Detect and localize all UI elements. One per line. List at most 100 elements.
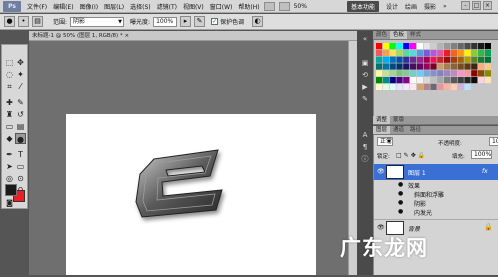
swatch[interactable]	[437, 70, 444, 77]
swatch[interactable]	[403, 56, 410, 63]
swatch[interactable]	[437, 49, 444, 56]
brush-panel-icon[interactable]: ▤	[32, 16, 43, 27]
swatch[interactable]	[396, 83, 403, 90]
menu-image[interactable]: 图像(I)	[80, 2, 98, 11]
range-dropdown[interactable]: 阴影 ▼	[70, 16, 125, 27]
blend-mode-dropdown[interactable]: 正常 ▼	[377, 137, 394, 146]
swatch[interactable]	[430, 63, 437, 70]
swatch[interactable]	[389, 77, 396, 84]
swatch[interactable]	[382, 83, 389, 90]
swatch[interactable]	[423, 70, 430, 77]
swatch[interactable]	[376, 56, 383, 63]
swatch[interactable]	[416, 83, 423, 90]
menu-help[interactable]: 帮助(H)	[238, 2, 259, 11]
swatch[interactable]	[444, 63, 451, 70]
swatch[interactable]	[423, 49, 430, 56]
menu-layer[interactable]: 图层(L)	[104, 2, 124, 11]
swatch[interactable]	[416, 77, 423, 84]
workspace-more[interactable]: »	[443, 3, 447, 10]
document-tab[interactable]: 未标题-1 @ 50% (图层 1, RGB/8) * ×	[29, 31, 357, 41]
swatch[interactable]	[478, 43, 485, 50]
swatch[interactable]	[389, 83, 396, 90]
swatch[interactable]	[403, 70, 410, 77]
layer-row-layer1[interactable]: 👁 图层 1 fx	[374, 164, 498, 180]
swatch[interactable]	[376, 83, 383, 90]
swatch[interactable]	[444, 49, 451, 56]
lock-icons[interactable]: □✎✥🔒	[396, 152, 427, 159]
blur-tool-icon[interactable]: ◆	[4, 133, 15, 144]
tab-color[interactable]: 颜色	[373, 31, 390, 39]
protect-tone-checkbox[interactable]: ✓	[211, 18, 219, 25]
workspace-essentials[interactable]: 基本功能	[346, 0, 379, 12]
effect-row-bevel[interactable]: ● 斜面和浮雕	[374, 189, 498, 199]
collapse-arrows-icon[interactable]: «	[360, 35, 370, 43]
swatch[interactable]	[396, 70, 403, 77]
swatch[interactable]	[478, 63, 485, 70]
swatch[interactable]	[430, 43, 437, 50]
swatch[interactable]	[376, 77, 383, 84]
swatch[interactable]	[430, 83, 437, 90]
swatch[interactable]	[410, 77, 417, 84]
swatch[interactable]	[471, 43, 478, 50]
swatch[interactable]	[430, 49, 437, 56]
swatch[interactable]	[450, 56, 457, 63]
menu-file[interactable]: 文件(F)	[27, 2, 47, 11]
clone-stamp-tool-icon[interactable]: ♜	[4, 109, 15, 120]
workspace-painting[interactable]: 绘画	[405, 2, 417, 11]
swatch[interactable]	[450, 49, 457, 56]
swatch[interactable]	[484, 49, 491, 56]
pen-tool-icon[interactable]: ✒	[4, 149, 15, 160]
gradient-tool-icon[interactable]: ▤	[15, 121, 26, 132]
swatch[interactable]	[423, 83, 430, 90]
swatch[interactable]	[416, 56, 423, 63]
workspace-design[interactable]: 设计	[386, 2, 398, 11]
menu-window[interactable]: 窗口(W)	[210, 2, 233, 11]
dodge-tool-preset-icon[interactable]: ●	[4, 16, 15, 27]
canvas[interactable]	[66, 114, 316, 275]
swatch[interactable]	[403, 83, 410, 90]
swatch[interactable]	[464, 77, 471, 84]
swatch[interactable]	[484, 70, 491, 77]
swatch[interactable]	[444, 77, 451, 84]
swatch[interactable]	[416, 63, 423, 70]
effects-eye-icon[interactable]: ●	[398, 181, 403, 188]
swatch[interactable]	[410, 56, 417, 63]
swatch[interactable]	[423, 77, 430, 84]
swatch[interactable]	[444, 83, 451, 90]
swatch[interactable]	[389, 49, 396, 56]
visibility-eye-icon[interactable]: 👁	[377, 168, 385, 175]
brush-tool-icon[interactable]: ✎	[15, 97, 26, 108]
swatch[interactable]	[403, 49, 410, 56]
shape-tool-icon[interactable]: ▭	[15, 161, 26, 172]
swatch[interactable]	[376, 70, 383, 77]
swatch[interactable]	[464, 63, 471, 70]
3d-rotate-tool-icon[interactable]: ◎	[4, 173, 15, 184]
menu-edit[interactable]: 编辑(E)	[53, 2, 73, 11]
exposure-slider-icon[interactable]: ▸	[180, 16, 192, 27]
swatch[interactable]	[450, 63, 457, 70]
info-icon[interactable]: ⓘ	[360, 155, 370, 163]
swatch[interactable]	[423, 63, 430, 70]
swatch[interactable]	[457, 63, 464, 70]
type-tool-icon[interactable]: T	[15, 149, 26, 160]
swatch[interactable]	[376, 49, 383, 56]
workspace-photography[interactable]: 摄影	[424, 2, 436, 11]
dodge-tool-icon[interactable]: ●	[15, 133, 26, 144]
layer-name[interactable]: 图层 1	[408, 168, 426, 177]
swatch[interactable]	[382, 49, 389, 56]
swatch[interactable]	[382, 56, 389, 63]
eyedropper-tool-icon[interactable]: ⁄	[15, 81, 26, 92]
swatch[interactable]	[403, 77, 410, 84]
swatch[interactable]	[471, 56, 478, 63]
inner-glow-eye-icon[interactable]: ●	[398, 208, 403, 215]
swatch[interactable]	[376, 43, 383, 50]
swatch[interactable]	[410, 43, 417, 50]
swatch[interactable]	[430, 56, 437, 63]
exposure-field[interactable]: 100%	[153, 16, 178, 27]
swatch[interactable]	[403, 43, 410, 50]
swatch[interactable]	[457, 83, 464, 90]
swatch[interactable]	[437, 83, 444, 90]
swatch[interactable]	[471, 70, 478, 77]
swatch[interactable]	[444, 43, 451, 50]
menu-select[interactable]: 选择(S)	[130, 2, 151, 11]
